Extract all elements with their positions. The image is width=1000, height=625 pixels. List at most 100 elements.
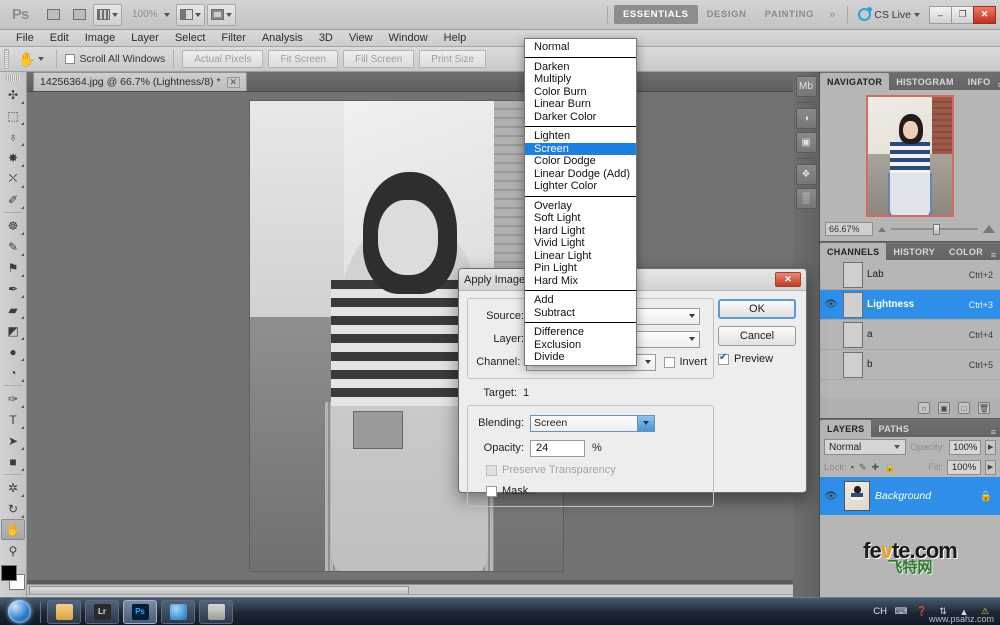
invert-checkbox[interactable]: Invert [664,356,707,368]
zoom-level-display[interactable]: 100% [124,4,174,26]
history-brush-tool[interactable]: ✒ [1,278,25,299]
panel-menu-icon[interactable]: ≡ [991,250,996,260]
foreground-color-swatch[interactable] [1,565,17,581]
masks-icon[interactable]: ▣ [796,132,817,153]
blend-option-color-dodge[interactable]: Color Dodge [525,155,636,168]
slider-thumb[interactable] [933,224,940,235]
opacity-input[interactable]: 24 [530,440,585,457]
help-icon[interactable]: ❓ [915,605,929,619]
more-workspaces-icon[interactable]: » [823,9,841,21]
preview-checkbox[interactable]: Preview [718,353,798,365]
actual-pixels-button[interactable]: Actual Pixels [182,50,263,68]
navigator-zoom-field[interactable]: 66.67% [825,222,873,236]
blend-option-overlay[interactable]: Overlay [525,200,636,213]
healing-brush-tool[interactable]: ☸ [1,215,25,236]
close-button[interactable]: ✕ [973,6,996,24]
dodge-tool[interactable]: ◔ [1,362,25,383]
visibility-icon[interactable] [823,327,839,343]
close-icon[interactable]: ✕ [227,77,241,88]
workspace-essentials[interactable]: ESSENTIALS [614,5,698,24]
ok-button[interactable]: OK [718,299,796,319]
styles-icon[interactable]: ❖ [796,164,817,185]
blend-option-normal[interactable]: Normal [525,41,636,54]
language-indicator[interactable]: CH [873,606,887,617]
delete-channel-icon[interactable]: 🗑 [978,402,990,414]
taskbar-photoshop[interactable]: Ps [123,600,157,624]
close-icon[interactable]: ✕ [775,272,801,287]
eraser-tool[interactable]: ▰ [1,299,25,320]
hand-tool[interactable]: ✋ [1,519,25,540]
restore-button[interactable]: ❐ [951,6,974,24]
lock-transparent-pixels-icon[interactable]: ▪ [851,462,854,472]
bridge-button[interactable] [41,4,65,26]
menu-filter[interactable]: Filter [213,31,253,46]
menu-image[interactable]: Image [77,31,124,46]
navigator-zoom-slider[interactable] [891,223,978,235]
tab-layers[interactable]: LAYERS [820,420,871,437]
fill-value[interactable]: 100% [947,460,981,475]
screen-mode-button[interactable] [207,4,236,26]
table-row[interactable]: Lab Ctrl+2 [820,260,1000,290]
magic-wand-tool[interactable]: ✸ [1,147,25,168]
marquee-tool[interactable]: ⬚ [1,105,25,126]
3d-rotate-tool[interactable]: ✲ [1,477,25,498]
navigator-thumbnail[interactable] [866,95,954,217]
current-tool-well[interactable]: ✋ [14,51,48,68]
blend-option-darker-color[interactable]: Darker Color [525,111,636,124]
gradient-tool[interactable]: ◩ [1,320,25,341]
blend-option-divide[interactable]: Divide [525,351,636,364]
blending-select[interactable]: Screen [530,415,655,432]
fit-screen-button[interactable]: Fit Screen [268,50,338,68]
clone-stamp-tool[interactable]: ⚑ [1,257,25,278]
visibility-icon[interactable]: 👁 [823,488,839,504]
lock-position-icon[interactable]: ✚ [871,462,879,473]
eyedropper-tool[interactable]: ✐ [1,189,25,210]
opacity-stepper[interactable]: ▶ [985,440,996,455]
cancel-button[interactable]: Cancel [718,326,796,346]
taskbar-lightroom[interactable]: Lr [85,600,119,624]
pen-tool[interactable]: ✑ [1,388,25,409]
workspace-painting[interactable]: PAINTING [756,5,823,24]
blend-mode-dropdown[interactable]: Normal Darken Multiply Color Burn Linear… [524,38,637,366]
blend-option-subtract[interactable]: Subtract [525,307,636,320]
tab-channels[interactable]: CHANNELS [820,243,886,260]
visibility-icon[interactable]: 👁 [823,297,839,313]
blend-option-linear-dodge[interactable]: Linear Dodge (Add) [525,168,636,181]
opacity-value[interactable]: 100% [949,440,981,455]
table-row[interactable]: 👁 Lightness Ctrl+3 [820,290,1000,320]
blend-option-exclusion[interactable]: Exclusion [525,339,636,352]
blend-option-darken[interactable]: Darken [525,61,636,74]
view-extras-button[interactable] [93,4,122,26]
color-swatches-icon[interactable]: ▒ [796,188,817,209]
taskbar-explorer[interactable] [47,600,81,624]
menu-layer[interactable]: Layer [123,31,167,46]
adjustments-icon[interactable]: ◑ [796,108,817,129]
blend-option-hard-mix[interactable]: Hard Mix [525,275,636,288]
menu-help[interactable]: Help [436,31,475,46]
shape-tool[interactable]: ■ [1,451,25,472]
taskbar-media[interactable] [199,600,233,624]
workspace-design[interactable]: DESIGN [698,5,756,24]
visibility-icon[interactable] [823,357,839,373]
options-bar-grip[interactable] [4,49,9,69]
list-item[interactable]: 👁 Background 🔒 [820,477,1000,515]
color-swatches[interactable] [1,565,25,591]
mini-bridge-icon[interactable]: Mb [796,76,817,97]
path-selection-tool[interactable]: ➤ [1,430,25,451]
panel-menu-icon[interactable]: ≡ [991,427,996,437]
zoom-out-icon[interactable] [878,227,886,232]
zoom-tool[interactable]: ⚲ [1,540,25,561]
brush-tool[interactable]: ✎ [1,236,25,257]
tab-navigator[interactable]: NAVIGATOR [820,73,889,90]
scroll-all-windows-checkbox[interactable]: Scroll All Windows [65,53,165,65]
lock-all-icon[interactable]: 🔒 [884,462,895,473]
blend-option-multiply[interactable]: Multiply [525,73,636,86]
blend-option-screen[interactable]: Screen [525,143,636,156]
blend-option-linear-light[interactable]: Linear Light [525,250,636,263]
blend-option-vivid-light[interactable]: Vivid Light [525,237,636,250]
taskbar-browser[interactable] [161,600,195,624]
document-tab[interactable]: 14256364.jpg @ 66.7% (Lightness/8) * ✕ [33,72,247,91]
mask-checkbox[interactable]: Mask... [474,482,707,500]
fill-screen-button[interactable]: Fill Screen [343,50,414,68]
fill-stepper[interactable]: ▶ [985,460,996,475]
